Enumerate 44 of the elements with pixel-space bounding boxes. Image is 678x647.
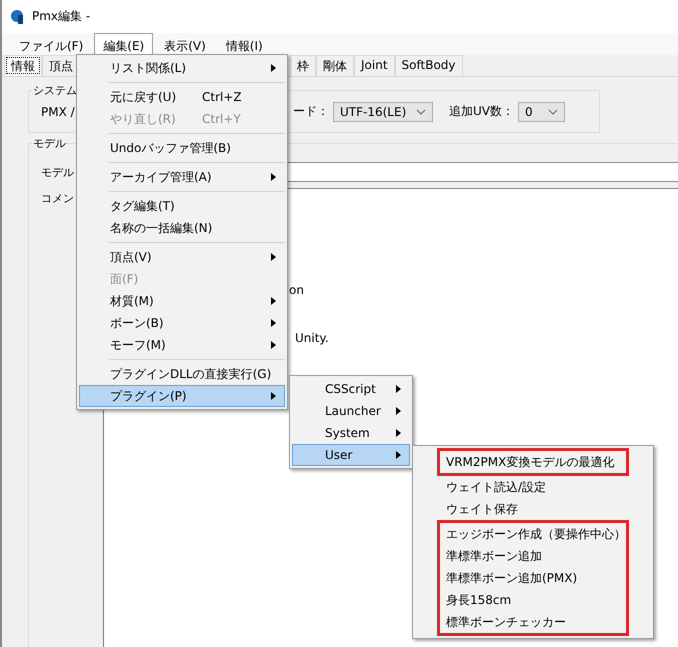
menu-item[interactable]: アーカイブ管理(A) xyxy=(79,166,285,188)
window-title: Pmx編集 - xyxy=(32,8,90,25)
field-label: コメン xyxy=(40,191,75,206)
menu-item[interactable]: 標準ボーンチェッカー xyxy=(440,611,626,633)
field-label: モデル xyxy=(40,165,75,180)
submenu-arrow-icon xyxy=(396,385,401,393)
menu-item[interactable]: 準標準ボーン追加 xyxy=(440,545,626,567)
tab[interactable]: Joint xyxy=(354,55,395,76)
menu-item[interactable]: Launcher xyxy=(292,400,410,422)
menu-item[interactable]: エッジボーン作成（要操作中心） xyxy=(440,523,626,545)
menu-item[interactable]: CSScript xyxy=(292,378,410,400)
menu-item[interactable]: ウェイト読込/設定 xyxy=(440,476,651,498)
encoding-dropdown[interactable]: UTF-16(LE) xyxy=(333,102,433,122)
menu-item[interactable]: Undoバッファ管理(B) xyxy=(79,137,285,159)
menu-item[interactable]: User xyxy=(292,444,410,466)
chevron-down-icon xyxy=(416,108,426,114)
chevron-down-icon xyxy=(548,108,558,114)
app-logo-icon xyxy=(10,8,26,24)
uv-count-dropdown[interactable]: 0 xyxy=(518,102,565,122)
menu-item[interactable]: VRM2PMX変換モデルの最適化 xyxy=(440,451,626,473)
submenu-arrow-icon xyxy=(396,451,401,459)
tab[interactable]: 枠 xyxy=(290,55,316,76)
submenu-arrow-icon xyxy=(396,407,401,415)
submenu-arrow-icon xyxy=(396,429,401,437)
menu-bar-item[interactable]: 情報(I) xyxy=(216,33,272,55)
menu-item[interactable]: 身長158cm xyxy=(440,589,626,611)
tab[interactable]: 剛体 xyxy=(316,55,354,76)
field-label: 追加UV数： xyxy=(449,103,514,120)
menu-item[interactable]: 元に戻す(U) Ctrl+Z xyxy=(79,86,285,108)
group-legend: モデル xyxy=(32,136,67,151)
menu-item[interactable]: 準標準ボーン追加(PMX) xyxy=(440,567,626,589)
menu-item[interactable]: ウェイト保存 xyxy=(440,498,651,520)
menu-item[interactable]: リスト関係(L) xyxy=(79,57,285,79)
field-label: ード： xyxy=(293,103,329,120)
menu-bar-item[interactable]: ファイル(F) xyxy=(10,33,92,55)
tab[interactable]: 情報 xyxy=(4,55,42,76)
comment-text: Unity. xyxy=(295,331,330,345)
group-legend: システム xyxy=(32,83,78,98)
menu-bar-item[interactable]: 表示(V) xyxy=(155,33,215,55)
tab[interactable]: SoftBody xyxy=(394,55,463,76)
menu-item[interactable]: プラグイン(P) xyxy=(79,385,285,407)
menu-bar-item[interactable]: 編集(E) xyxy=(94,33,154,55)
menu-item[interactable]: System xyxy=(292,422,410,444)
comment-text: on xyxy=(289,283,305,297)
